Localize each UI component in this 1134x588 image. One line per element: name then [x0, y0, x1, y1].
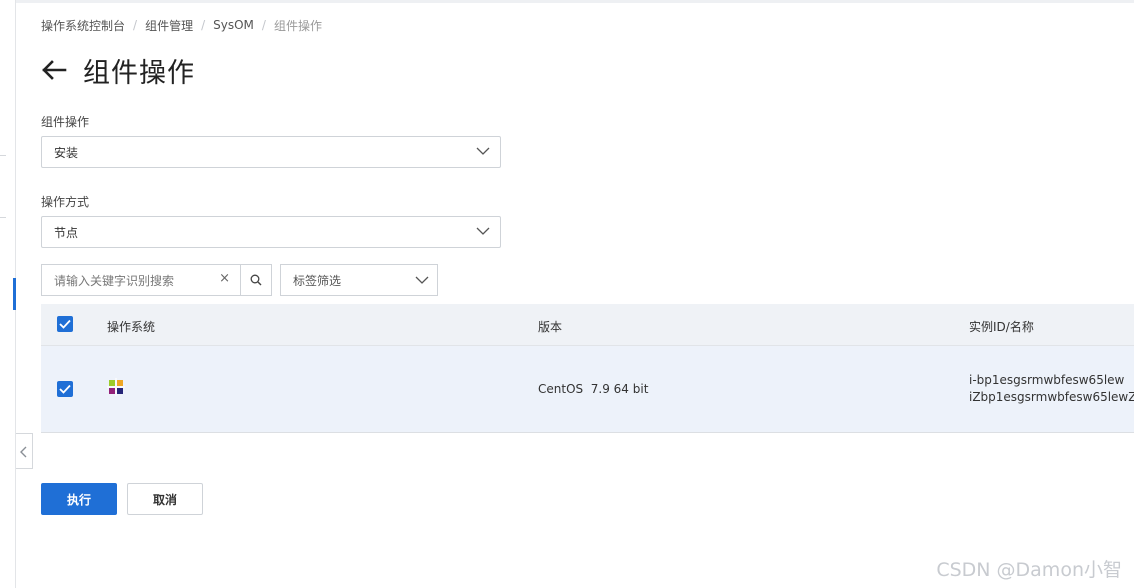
top-divider — [0, 0, 1134, 3]
breadcrumb-separator: / — [201, 18, 206, 32]
sidebar-collapse-toggle[interactable] — [16, 433, 33, 469]
rail-marker — [0, 155, 6, 156]
breadcrumb-item-sysom[interactable]: SysOM — [213, 18, 254, 32]
page-title: 组件操作 — [83, 57, 195, 89]
component-action-label: 组件操作 — [41, 115, 90, 129]
search-button[interactable] — [240, 264, 272, 296]
chevron-left-icon — [20, 446, 27, 458]
operation-mode-value: 节点 — [54, 225, 79, 240]
clear-icon[interactable]: × — [219, 271, 230, 286]
search-placeholder: 请输入关键字识别搜索 — [54, 273, 175, 288]
breadcrumb-separator: / — [133, 18, 138, 32]
row-checkbox[interactable] — [57, 381, 73, 397]
os-version: CentOS 7.9 64 bit — [538, 382, 649, 396]
column-header-instance: 实例ID/名称 — [969, 320, 1034, 334]
column-header-version: 版本 — [538, 320, 563, 334]
select-all-checkbox[interactable] — [57, 316, 73, 332]
breadcrumb-item-component-management[interactable]: 组件管理 — [145, 17, 193, 34]
chevron-down-icon — [476, 227, 490, 235]
tag-filter-select[interactable]: 标签筛选 — [280, 264, 438, 296]
breadcrumb-current: 组件操作 — [273, 18, 322, 33]
check-icon — [59, 384, 71, 394]
left-sidebar-rail — [0, 0, 16, 588]
centos-logo-icon — [107, 378, 125, 396]
breadcrumb-item-os-console[interactable]: 操作系统控制台 — [41, 17, 125, 34]
table-header: 操作系统 版本 实例ID/名称 — [41, 304, 1134, 346]
check-icon — [59, 319, 71, 329]
column-header-os: 操作系统 — [107, 320, 156, 334]
component-action-value: 安装 — [54, 145, 79, 160]
component-action-select[interactable]: 安装 — [41, 136, 501, 168]
breadcrumb-separator: / — [261, 18, 266, 32]
chevron-down-icon — [415, 276, 429, 284]
instance-id-name: i-bp1esgsrmwbfesw65lew iZbp1esgsrmwbfesw… — [969, 372, 1134, 406]
execute-button[interactable]: 执行 — [41, 483, 117, 515]
table-row[interactable]: CentOS 7.9 64 bit i-bp1esgsrmwbfesw65lew… — [41, 346, 1134, 433]
watermark: CSDN @Damon小智 — [936, 559, 1122, 581]
instance-table: 操作系统 版本 实例ID/名称 CentOS 7.9 64 bit i-bp1e… — [41, 304, 1134, 433]
instance-name: iZbp1esgsrmwbfesw65lewZ — [969, 390, 1134, 404]
operation-mode-label: 操作方式 — [41, 195, 90, 209]
breadcrumb: 操作系统控制台 / 组件管理 / SysOM / 组件操作 — [41, 16, 322, 34]
cancel-button[interactable]: 取消 — [127, 483, 203, 515]
chevron-down-icon — [476, 147, 490, 155]
operation-mode-select[interactable]: 节点 — [41, 216, 501, 248]
instance-id[interactable]: i-bp1esgsrmwbfesw65lew — [969, 372, 1134, 389]
tag-filter-label: 标签筛选 — [293, 273, 342, 288]
rail-marker — [0, 217, 6, 218]
search-icon — [250, 274, 262, 286]
search-input[interactable]: 请输入关键字识别搜索 × — [41, 264, 241, 296]
rail-active-indicator — [13, 278, 16, 310]
arrow-left-icon[interactable] — [41, 59, 67, 81]
page-header: 组件操作 — [41, 50, 195, 90]
